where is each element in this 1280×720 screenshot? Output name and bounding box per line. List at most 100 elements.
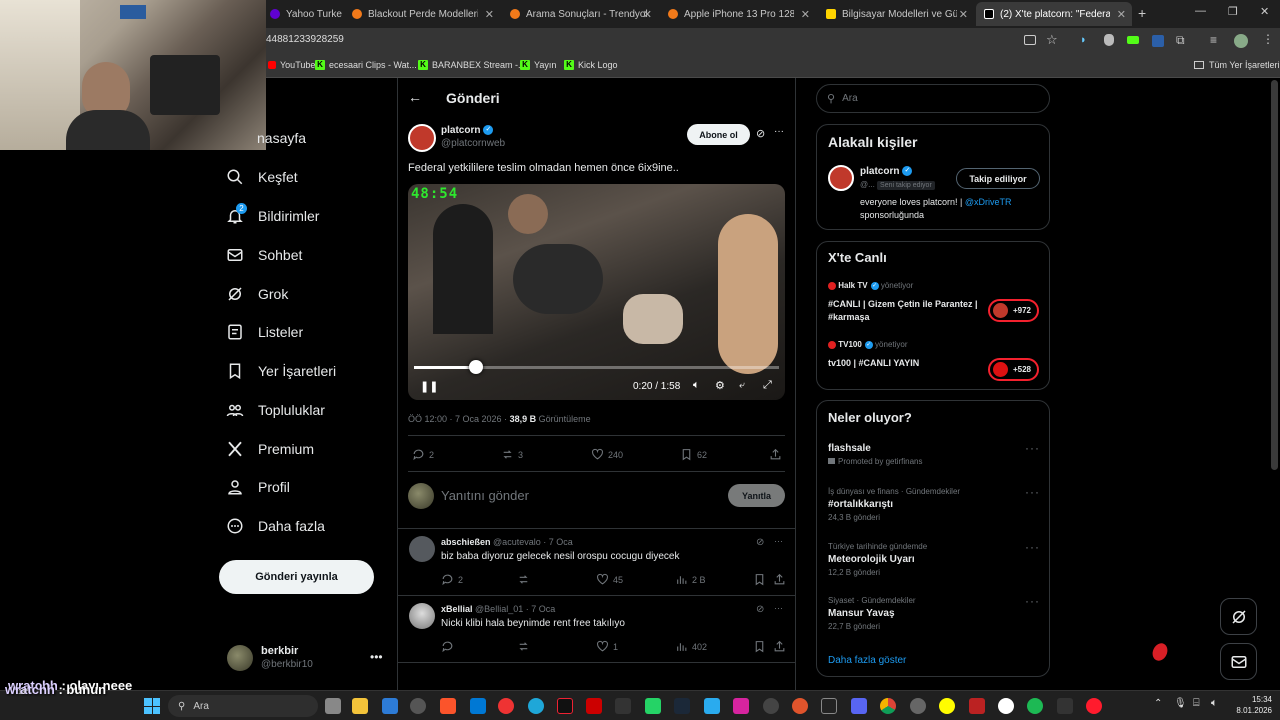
views-button[interactable]: 2 B <box>675 573 706 586</box>
like-button[interactable]: 240 <box>591 448 623 461</box>
more-icon[interactable]: ··· <box>1025 441 1040 455</box>
whatsapp-icon[interactable] <box>645 698 661 714</box>
url-field[interactable]: 44881233928259 <box>266 34 344 45</box>
repost-button[interactable]: 3 <box>501 448 523 461</box>
share-button[interactable] <box>773 640 790 653</box>
close-window-icon[interactable]: ✕ <box>1260 5 1269 18</box>
grok-icon[interactable]: ⊘ <box>756 537 764 548</box>
reply-button[interactable] <box>441 640 458 653</box>
browser-tab[interactable]: Yahoo Turkey <box>262 2 342 26</box>
repost-button[interactable] <box>517 573 534 586</box>
instagram-icon[interactable] <box>733 698 749 714</box>
like-button[interactable]: 1 <box>596 640 618 653</box>
page-scrollbar[interactable] <box>1271 80 1278 470</box>
reply-button[interactable]: 2 <box>412 448 434 461</box>
nav-item-lists[interactable]: Listeler <box>226 323 303 341</box>
trend-item[interactable]: Siyaset · Gündemdekiler Mansur Yavaş 22,… <box>828 594 1040 636</box>
star-icon[interactable]: ☆ <box>1046 32 1058 48</box>
trend-item[interactable]: flashsale Promoted by getirfinans ··· <box>828 441 1040 473</box>
tiktok-icon[interactable] <box>557 698 573 714</box>
more-icon[interactable]: ··· <box>774 603 783 613</box>
microphone-icon[interactable]: 🎙︎ <box>1174 698 1187 709</box>
reply-input[interactable]: Yanıtını gönder <box>441 488 529 503</box>
snapchat-icon[interactable] <box>939 698 955 714</box>
chrome-icon[interactable] <box>880 698 896 714</box>
brave-icon[interactable] <box>440 698 456 714</box>
more-icon[interactable]: ··· <box>1025 594 1040 608</box>
close-tab-icon[interactable]: ✕ <box>643 8 652 21</box>
edge-icon[interactable] <box>528 698 544 714</box>
following-button[interactable]: Takip ediliyor <box>956 168 1040 189</box>
nav-item-home[interactable]: nasayfa <box>257 130 306 146</box>
avatar[interactable] <box>1234 34 1248 48</box>
live-title[interactable]: #CANLI | Gizem Çetin ile Parantez | #kar… <box>828 298 978 324</box>
nav-item-communities[interactable]: Topluluklar <box>226 401 325 419</box>
bookmark-item[interactable]: K BARANBEX Stream -... <box>418 60 526 70</box>
close-tab-icon[interactable]: ✕ <box>485 8 494 21</box>
more-icon[interactable]: ··· <box>774 536 783 546</box>
show-more-link[interactable]: Daha fazla göster <box>828 655 906 666</box>
trend-item[interactable]: İş dünyası ve finans · Gündemdekiler #or… <box>828 485 1040 527</box>
app-icon[interactable] <box>382 698 398 714</box>
fullscreen-icon[interactable]: ⤢ <box>763 379 772 392</box>
pip-icon[interactable]: ⤶ <box>739 380 745 391</box>
minimize-icon[interactable]: — <box>1195 5 1206 17</box>
task-view-icon[interactable] <box>325 698 341 714</box>
video-player[interactable]: 48:54 ❚❚ 0:20 / 1:58 🔈︎ ⚙ ⤶ ⤢ <box>408 184 785 400</box>
epic-games-icon[interactable] <box>821 698 837 714</box>
telegram-icon[interactable] <box>704 698 720 714</box>
more-icon[interactable]: ··· <box>1025 540 1040 554</box>
browser-tab[interactable]: Bilgisayar Modelleri ve Güncel ✕ <box>818 2 974 26</box>
account-menu-icon[interactable]: ••• <box>370 650 383 664</box>
nav-item-bookmarks[interactable]: Yer İşaretleri <box>226 362 336 380</box>
file-explorer-icon[interactable] <box>352 698 368 714</box>
reply-avatar[interactable] <box>409 603 435 629</box>
netflix-icon[interactable] <box>586 698 602 714</box>
grok-floating-button[interactable] <box>1220 598 1257 635</box>
bookmark-item[interactable]: Kecesaari Clips - Wat... <box>315 60 417 70</box>
nav-item-notifications[interactable]: 2 Bildirimler <box>226 203 319 225</box>
app-icon[interactable] <box>792 698 808 714</box>
more-icon[interactable]: ··· <box>774 126 784 137</box>
yandex-icon[interactable] <box>998 698 1014 714</box>
reply-item[interactable]: abschießen @acutevalo · 7 Oca ⊘ ··· biz … <box>398 529 795 595</box>
nav-item-chat[interactable]: Sohbet <box>226 246 302 264</box>
nav-item-premium[interactable]: Premium <box>226 440 314 458</box>
menu-icon[interactable]: ⋮ <box>1262 32 1274 46</box>
account-avatar[interactable] <box>227 645 253 671</box>
close-tab-icon[interactable]: ✕ <box>959 8 968 21</box>
opera-icon[interactable] <box>1086 698 1102 714</box>
youtube-icon[interactable] <box>498 698 514 714</box>
bookmark-item[interactable]: K Yayın <box>520 60 556 70</box>
share-button[interactable] <box>773 573 790 586</box>
discord-icon[interactable] <box>851 698 867 714</box>
subscribe-button[interactable]: Abone ol <box>687 124 750 145</box>
live-listeners-badge[interactable]: +972 <box>988 299 1039 322</box>
bookmark-item[interactable]: YouTube <box>268 60 315 70</box>
nav-item-more[interactable]: Daha fazla <box>226 517 325 535</box>
install-app-icon[interactable] <box>1024 35 1036 45</box>
steam-icon[interactable] <box>674 698 690 714</box>
close-tab-icon[interactable]: ✕ <box>1117 8 1126 21</box>
settings-icon[interactable]: ⚙ <box>715 379 725 392</box>
store-icon[interactable] <box>470 698 486 714</box>
extension-icon[interactable] <box>1152 35 1164 47</box>
author-name-row[interactable]: platcorn ✓ <box>441 125 494 136</box>
grok-icon[interactable]: ⊘ <box>756 604 764 615</box>
more-icon[interactable]: ··· <box>1025 485 1040 499</box>
volume-icon[interactable]: 🔈︎ <box>1211 697 1218 710</box>
windows-start-icon[interactable] <box>144 698 160 714</box>
person-name-row[interactable]: platcorn ✓ <box>860 166 913 177</box>
browser-tab[interactable]: Blackout Perde Modelleri, Fiyatl ✕ <box>344 2 500 26</box>
grok-icon[interactable]: ⊘ <box>756 127 765 140</box>
network-icon[interactable]: ⌸ <box>1193 697 1200 710</box>
views-button[interactable]: 402 <box>675 640 707 653</box>
reply-submit-button[interactable]: Yanıtla <box>728 484 785 507</box>
tray-chevron-icon[interactable]: ⌃ <box>1154 698 1162 709</box>
bookmark-button[interactable] <box>753 640 770 653</box>
back-arrow-icon[interactable]: ← <box>408 89 422 105</box>
app-icon[interactable] <box>615 698 631 714</box>
maximize-icon[interactable]: ❐ <box>1228 5 1238 18</box>
new-tab-button[interactable]: + <box>1138 5 1146 21</box>
volume-icon[interactable]: 🔈︎ <box>693 379 700 392</box>
